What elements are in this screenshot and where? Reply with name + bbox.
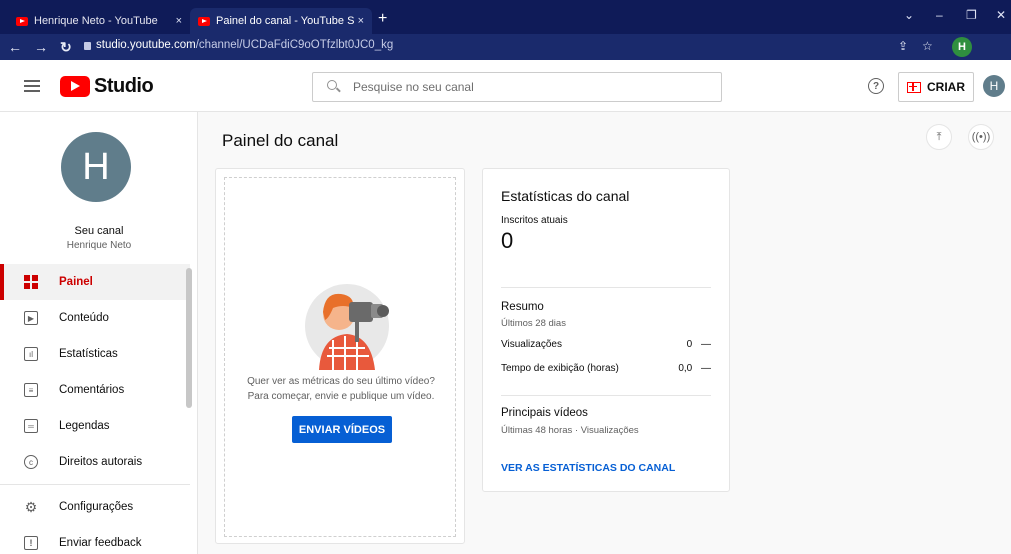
url-path: /channel/UCDaFdiC9oOTfzlbt0JC0_kg [195,39,394,51]
copyright-icon: c [24,455,38,469]
sidebar-scrollbar[interactable] [186,268,192,408]
stats-divider [501,287,711,288]
stats-divider [501,395,711,396]
bookmark-star-icon[interactable]: ☆ [922,39,933,53]
upload-message-line2: Para começar, envie e publique um vídeo. [247,391,435,402]
view-channel-analytics-link[interactable]: VER AS ESTATÍSTICAS DO CANAL [501,462,675,474]
search-input[interactable]: Pesquise no seu canal [312,72,722,102]
camera-operator-illustration-icon [305,284,389,370]
top-videos-title: Principais vídeos [501,407,588,419]
browser-tab-bar: Henrique Neto - YouTube × Painel do cana… [0,0,1011,34]
account-avatar[interactable]: H [983,75,1005,97]
channel-label: Seu canal [74,225,124,237]
sidebar-item-estatisticas[interactable]: ıl Estatísticas [0,336,190,372]
upload-videos-button[interactable]: ENVIAR VÍDEOS [292,416,392,443]
analytics-icon: ıl [24,347,38,361]
summary-period: Últimos 28 dias [501,318,566,329]
help-icon[interactable]: ? [868,78,884,94]
summary-title: Resumo [501,301,544,313]
stats-row-label: Tempo de exibição (horas) [501,363,619,374]
youtube-favicon-icon [198,16,210,26]
url-host: studio.youtube.com [96,39,196,51]
back-icon[interactable]: ← [8,39,22,55]
page-title: Painel do canal [222,131,339,150]
reload-icon[interactable]: ↻ [60,39,72,56]
channel-name: Henrique Neto [66,240,132,251]
youtube-favicon-icon [16,16,28,26]
tab-youtube[interactable]: Henrique Neto - YouTube × [8,8,190,34]
subscribers-count: 0 [501,228,514,253]
feedback-icon: ! [24,536,38,550]
comments-icon: ≡ [24,383,38,397]
sidebar-item-comentarios[interactable]: ≡ Comentários [0,372,190,408]
new-tab-button[interactable]: + [378,10,387,28]
sidebar-item-label: Painel [59,276,93,288]
sidebar-divider [0,484,190,485]
tab-close-icon[interactable]: × [358,15,364,27]
share-icon[interactable]: ⇪ [898,39,908,53]
sidebar-item-label: Legendas [59,420,110,432]
restore-icon[interactable]: ❐ [966,8,977,22]
search-icon [327,80,341,94]
create-button[interactable]: CRIAR [898,72,974,102]
stats-row-watch-time: Tempo de exibição (horas) 0,0 — [501,363,711,374]
channel-stats-card: Estatísticas do canal Inscritos atuais 0… [482,168,730,492]
sidebar-item-label: Configurações [59,501,134,513]
create-video-icon [907,81,921,93]
logo-text: Studio [94,75,154,97]
browser-profile-avatar[interactable]: H [952,37,972,57]
stats-card-title: Estatísticas do canal [501,188,630,204]
search-placeholder: Pesquise no seu canal [353,80,474,94]
menu-icon[interactable] [24,80,40,92]
sidebar-item-conteudo[interactable]: ▶ Conteúdo [0,300,190,336]
close-window-icon[interactable]: ✕ [996,8,1006,22]
subscribers-label: Inscritos atuais [501,215,568,226]
forward-icon[interactable]: → [34,39,48,55]
sidebar-item-enviar-feedback[interactable]: ! Enviar feedback [0,525,190,554]
sidebar-item-label: Estatísticas [59,348,118,360]
sidebar-item-configuracoes[interactable]: ⚙ Configurações [0,489,190,525]
studio-header: Studio Pesquise no seu canal ? CRIAR H [0,60,1011,112]
tab-title: Henrique Neto - YouTube [34,15,158,27]
stats-row-label: Visualizações [501,339,562,350]
sidebar-item-label: Conteúdo [59,312,109,324]
upload-dropzone[interactable]: Quer ver as métricas do seu último vídeo… [224,177,456,537]
lock-icon [84,42,91,50]
upload-card: Quer ver as métricas do seu último vídeo… [215,168,465,544]
sidebar: H Seu canal Henrique Neto Painel ▶ Conte… [0,112,198,554]
sidebar-item-painel[interactable]: Painel [0,264,190,300]
upload-message-line1: Quer ver as métricas do seu último vídeo… [247,376,435,387]
stats-row-value: 0 — [686,339,711,350]
channel-avatar[interactable]: H [61,132,131,202]
tab-title: Painel do canal - YouTube Studio [216,15,354,27]
youtube-logo-icon [60,76,90,97]
address-bar: ← → ↻ studio.youtube.com/channel/UCDaFdi… [0,34,1011,60]
dashboard-icon [24,275,38,289]
sidebar-item-legendas[interactable]: ═ Legendas [0,408,190,444]
tab-search-icon[interactable]: ⌄ [904,8,914,22]
sidebar-item-direitos-autorais[interactable]: c Direitos autorais [0,444,190,480]
stats-row-views: Visualizações 0 — [501,339,711,350]
top-videos-subtitle: Últimas 48 horas · Visualizações [501,425,639,436]
subtitles-icon: ═ [24,419,38,433]
sidebar-nav: Painel ▶ Conteúdo ıl Estatísticas ≡ Come… [0,264,190,554]
tab-close-icon[interactable]: × [176,15,182,27]
create-label: CRIAR [927,80,965,94]
studio-logo[interactable]: Studio [60,75,154,98]
sidebar-item-label: Direitos autorais [59,456,143,468]
url-field[interactable]: studio.youtube.com/channel/UCDaFdiC9oOTf… [96,39,393,51]
tab-youtube-studio[interactable]: Painel do canal - YouTube Studio × [190,8,372,34]
minimize-icon[interactable]: – [936,8,943,22]
sidebar-item-label: Enviar feedback [59,537,142,549]
upload-message: Quer ver as métricas do seu último vídeo… [225,374,457,404]
live-icon[interactable]: ((•)) [968,124,994,150]
gear-icon: ⚙ [24,498,38,515]
upload-icon[interactable]: ⤒ [926,124,952,150]
sidebar-item-label: Comentários [59,384,125,396]
stats-row-value: 0,0 — [678,363,711,374]
content-icon: ▶ [24,311,38,325]
